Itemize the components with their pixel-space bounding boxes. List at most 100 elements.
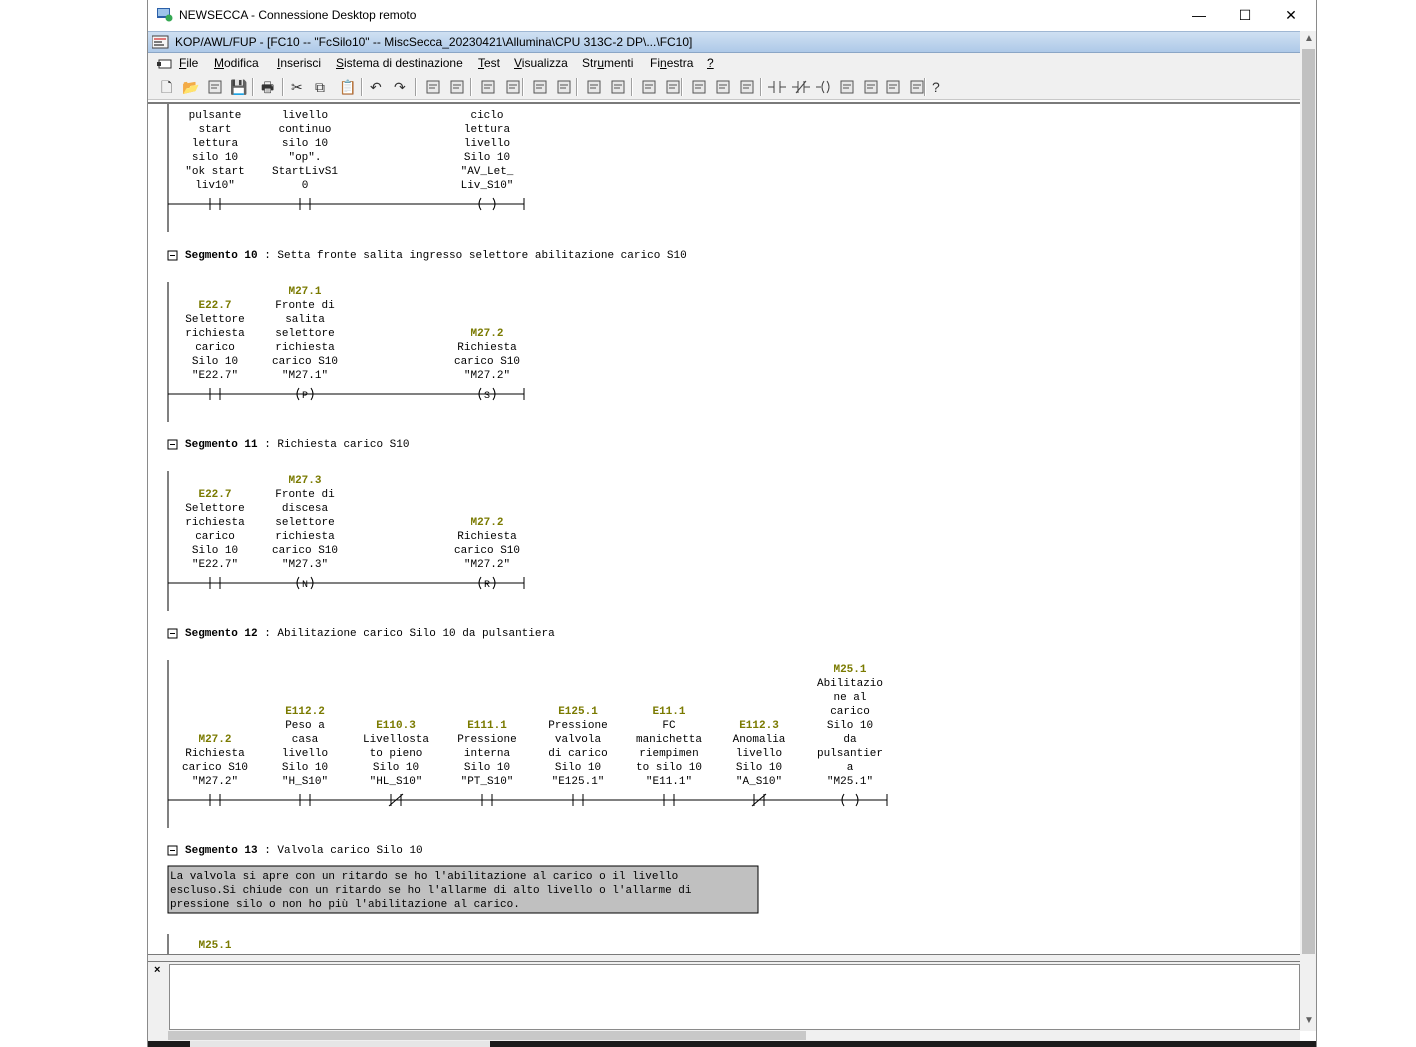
window-title: NEWSECCA - Connessione Desktop remoto bbox=[179, 8, 417, 22]
element-address: E112.3 bbox=[739, 720, 779, 732]
element-label: "A_S10" bbox=[736, 776, 782, 788]
box-icon[interactable] bbox=[838, 78, 856, 96]
glasses-icon[interactable] bbox=[555, 78, 573, 96]
close-details-icon[interactable]: × bbox=[154, 964, 160, 976]
details-content[interactable] bbox=[169, 964, 1300, 1030]
pane-splitter[interactable] bbox=[148, 954, 1300, 962]
element-label: carico S10 bbox=[454, 356, 520, 368]
ladder-diagram[interactable]: pulsante start lettura silo 10 "ok start liv1… bbox=[148, 104, 1300, 954]
scroll-down-icon[interactable]: ▼ bbox=[1304, 1015, 1314, 1026]
element-label: di carico bbox=[548, 748, 607, 760]
new-icon[interactable]: 🗋 bbox=[161, 78, 179, 96]
coil-type-label[interactable]: S bbox=[484, 391, 490, 402]
segment-header[interactable]: Segmento 13 : Valvola carico Silo 10 bbox=[185, 845, 423, 857]
menu-help[interactable]: ? bbox=[707, 56, 714, 70]
element-label: Richiesta bbox=[185, 748, 245, 760]
element-label: Silo 10 bbox=[192, 356, 238, 368]
next-icon[interactable] bbox=[609, 78, 627, 96]
element-address: M27.1 bbox=[288, 286, 321, 298]
menu-sistema-di-destinazione[interactable]: Sistema di destinazione bbox=[336, 56, 463, 70]
prev-icon[interactable] bbox=[585, 78, 603, 96]
element-address: E110.3 bbox=[376, 720, 416, 732]
branch-close-icon[interactable] bbox=[884, 78, 902, 96]
kop-icon[interactable] bbox=[690, 78, 708, 96]
element-address: E125.1 bbox=[558, 706, 598, 718]
horizontal-scroll-thumb[interactable] bbox=[168, 1031, 806, 1040]
element-label: "PT_S10" bbox=[461, 776, 514, 788]
maximize-button[interactable]: ☐ bbox=[1222, 0, 1268, 31]
vertical-scrollbar[interactable]: ▲ ▼ bbox=[1300, 31, 1316, 1031]
element-label: "HL_S10" bbox=[370, 776, 423, 788]
ladder-editor[interactable]: pulsante start lettura silo 10 "ok start liv1… bbox=[148, 102, 1300, 954]
menu-test[interactable]: Test bbox=[478, 56, 500, 70]
connection-icon[interactable] bbox=[908, 78, 926, 96]
element-address: E11.1 bbox=[652, 706, 685, 718]
accessible-nodes-icon[interactable] bbox=[206, 78, 224, 96]
application-title: KOP/AWL/FUP - [FC10 -- "FcSilo10" -- Mis… bbox=[175, 35, 693, 49]
menu-inserisci[interactable]: Inserisci bbox=[277, 56, 321, 70]
coil-type-label[interactable]: R bbox=[484, 580, 490, 591]
element-label: "E125.1" bbox=[552, 776, 605, 788]
menu-modifica[interactable]: Modifica bbox=[214, 56, 259, 70]
fup-icon[interactable] bbox=[738, 78, 756, 96]
element-label: ne al bbox=[833, 692, 866, 704]
network-icon[interactable] bbox=[531, 78, 549, 96]
nc-contact-icon[interactable] bbox=[792, 78, 810, 96]
branch-open-icon[interactable] bbox=[862, 78, 880, 96]
element-label: carico S10 bbox=[454, 545, 520, 557]
element-label: continuo bbox=[279, 124, 332, 136]
element-label: Richiesta bbox=[457, 342, 517, 354]
element-label: Selettore bbox=[185, 503, 244, 515]
cut-icon[interactable]: ✂ bbox=[291, 78, 309, 96]
element-label: carico S10 bbox=[272, 545, 338, 557]
close-button[interactable]: ✕ bbox=[1268, 0, 1314, 31]
scroll-up-icon[interactable]: ▲ bbox=[1304, 33, 1314, 44]
copy-icon[interactable]: ⧉ bbox=[315, 78, 333, 96]
element-label: "E22.7" bbox=[192, 559, 238, 571]
redo-icon[interactable]: ↷ bbox=[394, 78, 412, 96]
segment-header[interactable]: Segmento 12 : Abilitazione carico Silo 1… bbox=[185, 628, 555, 640]
element-address: M27.3 bbox=[288, 475, 321, 487]
document-menu-icon[interactable] bbox=[157, 58, 173, 70]
element-label: carico bbox=[830, 706, 870, 718]
segment-header[interactable]: Segmento 10 : Setta fronte salita ingres… bbox=[185, 250, 687, 262]
zoom-icon[interactable] bbox=[664, 78, 682, 96]
menu-strumenti[interactable]: Strumenti bbox=[582, 56, 633, 70]
menu-finestra[interactable]: Finestra bbox=[650, 56, 693, 70]
element-label: to pieno bbox=[370, 748, 423, 760]
element-label: Pressione bbox=[457, 734, 516, 746]
element-address: M27.2 bbox=[198, 734, 231, 746]
overview-icon[interactable] bbox=[640, 78, 658, 96]
coil-icon[interactable] bbox=[816, 78, 834, 96]
minimize-button[interactable]: — bbox=[1176, 0, 1222, 31]
element-label: Pressione bbox=[548, 720, 607, 732]
horizontal-scrollbar[interactable] bbox=[148, 1030, 1300, 1041]
menu-file[interactable]: File bbox=[179, 56, 198, 70]
element-label: Fronte di bbox=[275, 300, 335, 312]
awl-icon[interactable] bbox=[714, 78, 732, 96]
monitor-icon[interactable] bbox=[479, 78, 497, 96]
help-icon[interactable]: ? bbox=[932, 78, 950, 96]
vertical-scroll-thumb[interactable] bbox=[1302, 49, 1315, 954]
element-label: Silo 10 bbox=[827, 720, 873, 732]
application-titlebar: KOP/AWL/FUP - [FC10 -- "FcSilo10" -- Mis… bbox=[148, 31, 1300, 53]
element-label: lettura bbox=[192, 138, 239, 150]
no-contact-icon[interactable] bbox=[768, 78, 786, 96]
online-icon[interactable] bbox=[504, 78, 522, 96]
coil-type-label[interactable]: N bbox=[302, 580, 308, 591]
element-label: pulsantier bbox=[817, 748, 883, 760]
undo-icon[interactable]: ↶ bbox=[370, 78, 388, 96]
paste-icon[interactable]: 📋 bbox=[339, 78, 357, 96]
load-icon[interactable] bbox=[424, 78, 442, 96]
print-icon[interactable]: 🖶 bbox=[261, 78, 279, 96]
element-label: "M27.2" bbox=[464, 559, 510, 571]
element-label: selettore bbox=[275, 328, 334, 340]
download-icon[interactable] bbox=[448, 78, 466, 96]
save-icon[interactable]: 💾 bbox=[230, 78, 248, 96]
menu-visualizza[interactable]: Visualizza bbox=[514, 56, 568, 70]
element-address: E112.2 bbox=[285, 706, 325, 718]
open-icon[interactable]: 📂 bbox=[182, 78, 200, 96]
segment-header[interactable]: Segmento 11 : Richiesta carico S10 bbox=[185, 439, 409, 451]
coil-type-label[interactable]: P bbox=[302, 391, 308, 402]
taskbar-strip bbox=[148, 1041, 1316, 1047]
